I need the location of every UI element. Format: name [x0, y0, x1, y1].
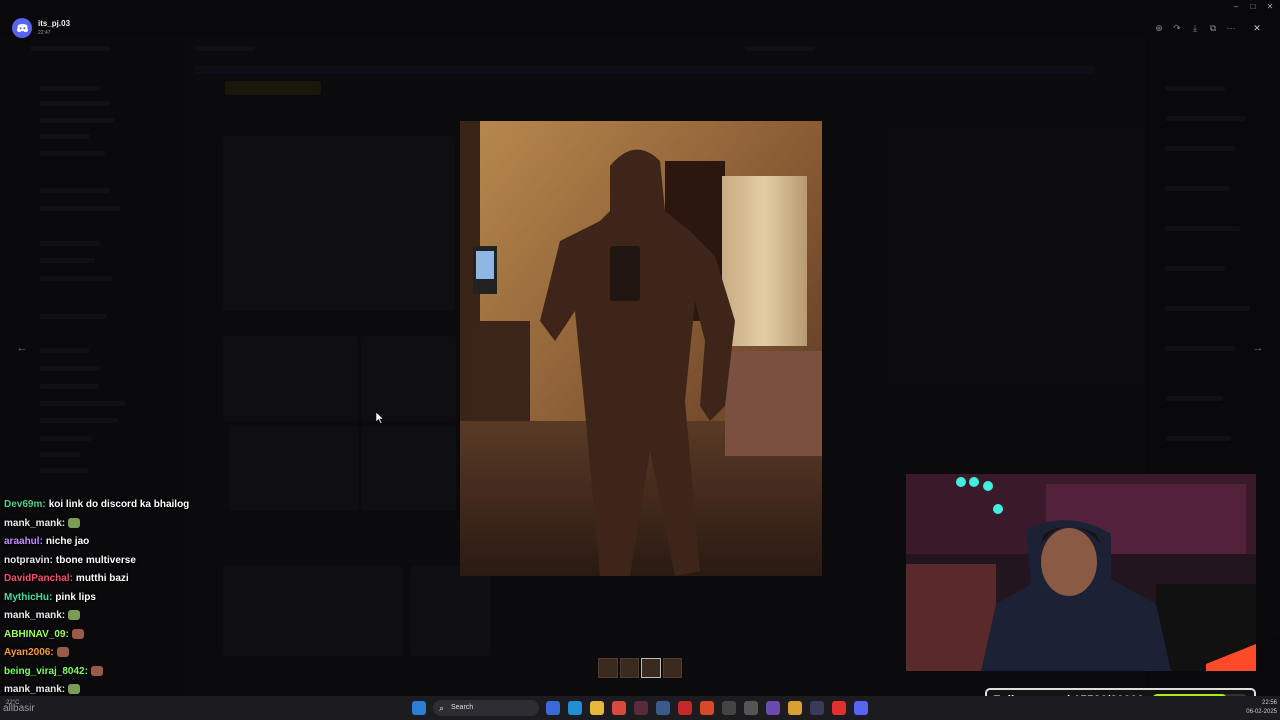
user-avatar[interactable]	[12, 18, 32, 38]
frog-emote-icon	[68, 517, 81, 528]
discord-icon	[16, 24, 28, 33]
close-icon[interactable]: ✕	[1251, 22, 1263, 34]
chat-username[interactable]: DavidPanchal:	[4, 573, 73, 584]
chat-message: MythicHu: pink lips	[4, 592, 304, 611]
chat-text: pink lips	[55, 591, 96, 603]
chat-message: Dev69m: koi link do discord ka bhailog	[4, 499, 304, 518]
chat-username[interactable]: araahul:	[4, 536, 43, 547]
start-icon[interactable]	[412, 701, 426, 715]
forward-icon[interactable]: ↷	[1171, 22, 1183, 34]
chat-message: ABHINAV_09:	[4, 629, 304, 648]
thumbnail-selected[interactable]	[641, 658, 661, 678]
chat-message: araahul: niche jao	[4, 536, 304, 555]
search-label: Search	[451, 704, 474, 711]
thumbnail[interactable]	[662, 658, 682, 678]
streamer-webcam	[906, 474, 1256, 671]
chat-message: notpravin: tbone multiverse	[4, 555, 304, 574]
open-external-icon[interactable]: ⧉	[1207, 22, 1219, 34]
chat-message: mank_mank:	[4, 610, 304, 629]
app-icon[interactable]	[634, 701, 648, 715]
chat-message: Ayan2006:	[4, 647, 304, 666]
screen: its_pj.03 22:47 ⊕ ↷ ⤓ ⧉ ⋯ ✕ – □ ✕ ← → De…	[0, 0, 1280, 720]
brick-emote-icon	[90, 665, 103, 676]
maximize-window-button[interactable]: □	[1245, 2, 1261, 11]
minimize-window-button[interactable]: –	[1228, 2, 1244, 11]
search-box[interactable]: ⌕ Search	[433, 700, 539, 716]
file-explorer-icon[interactable]	[590, 701, 604, 715]
close-window-button[interactable]: ✕	[1262, 2, 1278, 11]
frog-emote-icon	[68, 684, 81, 695]
system-clock[interactable]: 22:56 06-02-2025	[1246, 699, 1277, 717]
chat-username[interactable]: mank_mank:	[4, 684, 65, 695]
shared-photo	[460, 121, 822, 576]
thumbnail[interactable]	[619, 658, 639, 678]
stream-chat: Dev69m: koi link do discord ka bhailog man…	[4, 499, 304, 703]
clock-date: 06-02-2025	[1246, 709, 1277, 715]
brick-emote-icon	[71, 628, 84, 639]
next-image-button[interactable]: →	[1249, 340, 1267, 356]
search-icon: ⌕	[439, 703, 445, 713]
uploader-name: its_pj.03	[38, 19, 71, 28]
chat-message: being_viraj_8042:	[4, 666, 304, 685]
chat-text: niche jao	[45, 536, 90, 547]
discord-taskbar-icon[interactable]	[854, 701, 868, 715]
chat-message: mank_mank:	[4, 518, 304, 537]
app-icon[interactable]	[766, 701, 780, 715]
thumbnail-strip	[598, 658, 682, 678]
steam-icon[interactable]	[656, 701, 670, 715]
chat-text: mutthi bazi	[75, 573, 129, 584]
clock-time: 22:56	[1261, 700, 1277, 706]
app-icon[interactable]	[678, 701, 692, 715]
edge-icon[interactable]	[568, 701, 582, 715]
chat-username[interactable]: mank_mank:	[4, 610, 65, 621]
chat-username[interactable]: Dev69m:	[4, 499, 46, 510]
chat-username[interactable]: MythicHu:	[4, 592, 52, 603]
download-icon[interactable]: ⤓	[1189, 22, 1201, 34]
mouse-cursor-icon	[376, 412, 384, 424]
chat-username[interactable]: mank_mank:	[4, 518, 65, 529]
copilot-icon[interactable]	[546, 701, 560, 715]
chat-username[interactable]: Ayan2006:	[4, 647, 54, 658]
streamer-name-tag: allbasir	[3, 703, 35, 714]
previous-image-button[interactable]: ←	[13, 340, 31, 356]
app-icon[interactable]	[810, 701, 824, 715]
brick-emote-icon	[56, 647, 69, 658]
zoom-icon[interactable]: ⊕	[1153, 22, 1165, 34]
chrome-icon[interactable]	[612, 701, 626, 715]
obs-icon[interactable]	[744, 701, 758, 715]
chrome-icon[interactable]	[788, 701, 802, 715]
thumbnail[interactable]	[598, 658, 618, 678]
app-icon[interactable]	[832, 701, 846, 715]
brave-icon[interactable]	[700, 701, 714, 715]
windows-taskbar: 22°C allbasir ⌕ Search 22:56 06-02-2025	[0, 696, 1280, 720]
chat-text: koi link do discord ka bhailog	[48, 499, 190, 510]
chat-text: tbone multiverse	[55, 554, 136, 566]
frog-emote-icon	[68, 610, 81, 621]
chat-message: DavidPanchal: mutthi bazi	[4, 573, 304, 592]
app-icon[interactable]	[722, 701, 736, 715]
chat-username[interactable]: being_viraj_8042:	[4, 666, 88, 677]
upload-time: 22:47	[38, 30, 51, 36]
more-icon[interactable]: ⋯	[1225, 22, 1237, 34]
image-viewer-header: its_pj.03 22:47 ⊕ ↷ ⤓ ⧉ ⋯ ✕ – □ ✕	[0, 0, 1280, 38]
chat-username[interactable]: ABHINAV_09:	[4, 629, 69, 640]
chat-username[interactable]: notpravin:	[4, 555, 53, 566]
